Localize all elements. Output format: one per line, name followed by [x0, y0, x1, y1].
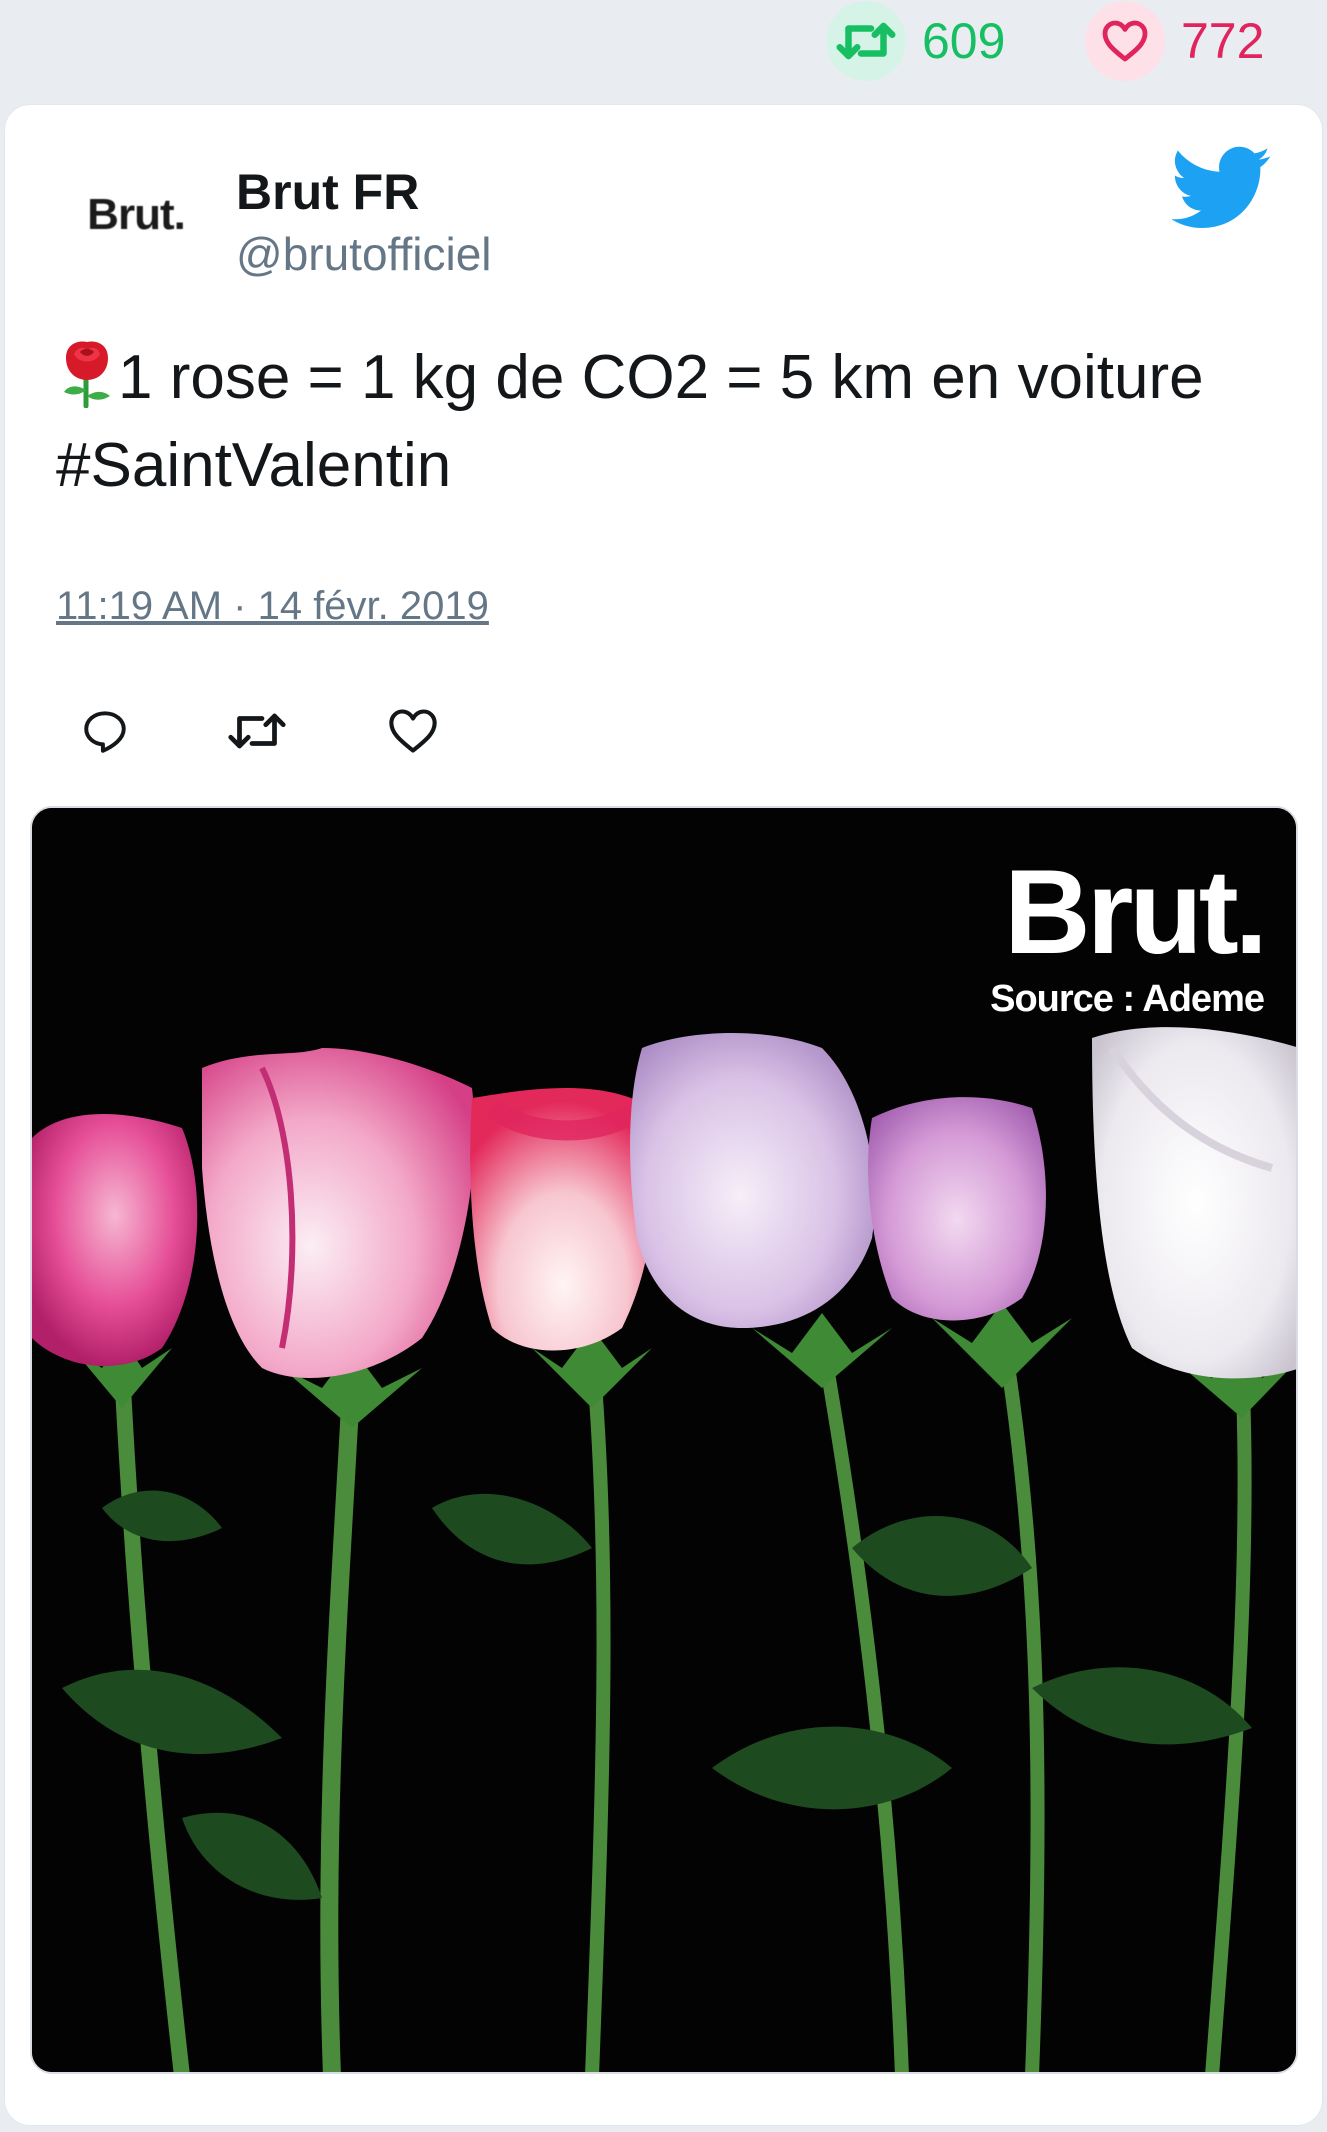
handle[interactable]: @brutofficiel — [236, 224, 492, 284]
retweet-count: 609 — [922, 13, 1006, 69]
twitter-bird-icon[interactable] — [1170, 146, 1272, 230]
brut-logo: Brut. — [1004, 845, 1268, 979]
like-action-icon[interactable] — [378, 696, 448, 766]
media-source: Source : Ademe — [990, 978, 1265, 1020]
engagement-bar: 609 772 — [0, 0, 1327, 100]
retweet-stat[interactable]: 609 — [826, 0, 1005, 82]
reply-icon[interactable] — [70, 696, 140, 766]
like-stat[interactable]: 772 — [1085, 0, 1264, 82]
retweet-icon[interactable] — [826, 1, 906, 81]
tweet-media[interactable]: Brut. Source : Ademe — [30, 806, 1298, 2074]
rose-emoji-icon — [56, 338, 118, 409]
tweet-text-body: 1 rose = 1 kg de CO2 = 5 km en voiture #… — [56, 343, 1204, 500]
retweet-action-icon[interactable] — [222, 696, 292, 766]
avatar[interactable]: Brut. — [66, 160, 206, 270]
like-count: 772 — [1181, 13, 1265, 69]
heart-icon[interactable] — [1085, 1, 1165, 81]
media-watermark: Brut. Source : Ademe — [990, 845, 1268, 1024]
tweet-text: 1 rose = 1 kg de CO2 = 5 km en voiture #… — [56, 334, 1286, 510]
tweet-timestamp[interactable]: 11:19 AM · 14 févr. 2019 — [56, 578, 489, 634]
display-name[interactable]: Brut FR — [236, 162, 419, 222]
